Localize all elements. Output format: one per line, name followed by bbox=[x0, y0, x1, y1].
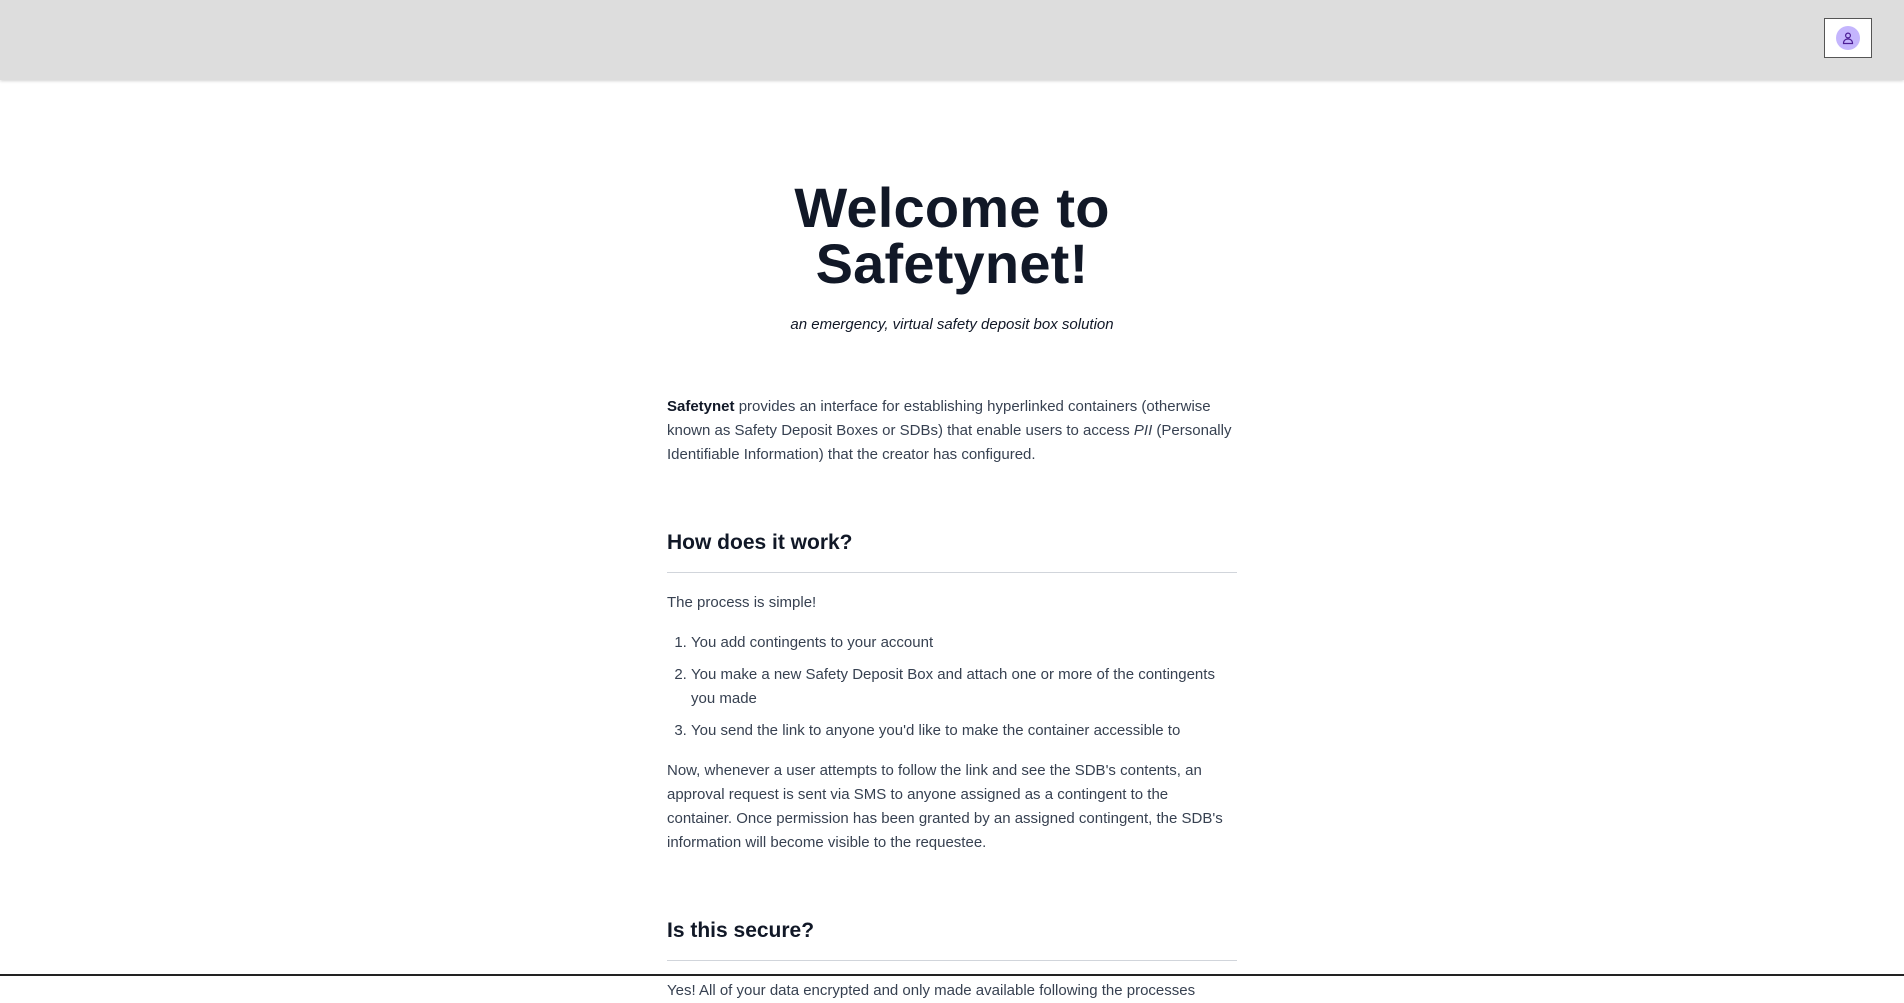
pii-term: PII bbox=[1134, 422, 1152, 439]
steps-list: You add contingents to your account You … bbox=[667, 631, 1237, 743]
user-menu-button[interactable] bbox=[1824, 18, 1872, 58]
how-summary: Now, whenever a user attempts to follow … bbox=[667, 759, 1237, 855]
list-item: You add contingents to your account bbox=[691, 631, 1237, 655]
secure-heading: Is this secure? bbox=[667, 919, 1237, 961]
user-icon bbox=[1841, 31, 1855, 45]
page-subtitle: an emergency, virtual safety deposit box… bbox=[667, 316, 1237, 333]
intro-text-1: provides an interface for establishing h… bbox=[667, 398, 1211, 439]
how-lead: The process is simple! bbox=[667, 591, 1237, 615]
brand-name: Safetynet bbox=[667, 398, 735, 415]
list-item: You send the link to anyone you'd like t… bbox=[691, 719, 1237, 743]
top-bar bbox=[0, 0, 1904, 80]
how-heading: How does it work? bbox=[667, 531, 1237, 573]
secure-paragraph: Yes! All of your data encrypted and only… bbox=[667, 979, 1237, 1003]
avatar bbox=[1836, 26, 1860, 50]
main-content: Welcome to Safetynet! an emergency, virt… bbox=[667, 80, 1237, 1003]
intro-paragraph: Safetynet provides an interface for esta… bbox=[667, 395, 1237, 467]
list-item: You make a new Safety Deposit Box and at… bbox=[691, 663, 1237, 711]
page-title: Welcome to Safetynet! bbox=[667, 180, 1237, 292]
